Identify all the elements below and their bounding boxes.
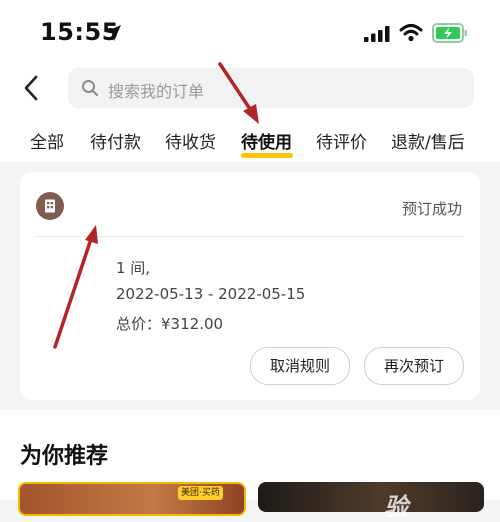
tab-pending-review[interactable]: 待评价	[316, 128, 367, 153]
hotel-icon	[36, 192, 64, 220]
search-icon	[82, 80, 99, 97]
room-count: 1 间,	[116, 259, 151, 277]
tab-pending-receipt[interactable]: 待收货	[165, 128, 216, 153]
active-tab-indicator	[241, 153, 293, 158]
order-status: 预订成功	[401, 200, 462, 218]
baidu-watermark: Baidu经验	[384, 458, 485, 521]
order-card[interactable]: 预订成功 1 间, 2022-05-13 - 2022-05-15 总价：¥31…	[20, 172, 480, 400]
card-divider	[35, 236, 465, 237]
rebook-button[interactable]: 再次预订	[364, 347, 464, 385]
location-arrow-icon	[105, 25, 121, 41]
total-price-row: 总价：¥312.00	[116, 313, 223, 334]
battery-charging-icon	[432, 23, 467, 43]
stay-dates: 2022-05-13 - 2022-05-15	[116, 285, 306, 303]
order-search-input[interactable]: 搜索我的订单	[68, 68, 474, 108]
total-price-value: ¥312.00	[161, 315, 224, 333]
recommend-title: 为你推荐	[20, 444, 109, 469]
search-placeholder: 搜索我的订单	[108, 82, 205, 101]
tab-pending-use[interactable]: 待使用	[241, 128, 292, 153]
back-chevron-icon[interactable]	[18, 72, 46, 104]
wifi-icon	[399, 24, 423, 42]
tab-pending-payment[interactable]: 待付款	[90, 128, 141, 153]
cancel-rules-button[interactable]: 取消规则	[250, 347, 350, 385]
tab-all[interactable]: 全部	[30, 128, 64, 153]
recommend-badge: 美团·买药	[178, 486, 223, 500]
total-price-label: 总价：	[116, 315, 162, 333]
cellular-signal-icon	[364, 26, 390, 42]
tab-refund-aftersale[interactable]: 退款/售后	[391, 128, 465, 153]
